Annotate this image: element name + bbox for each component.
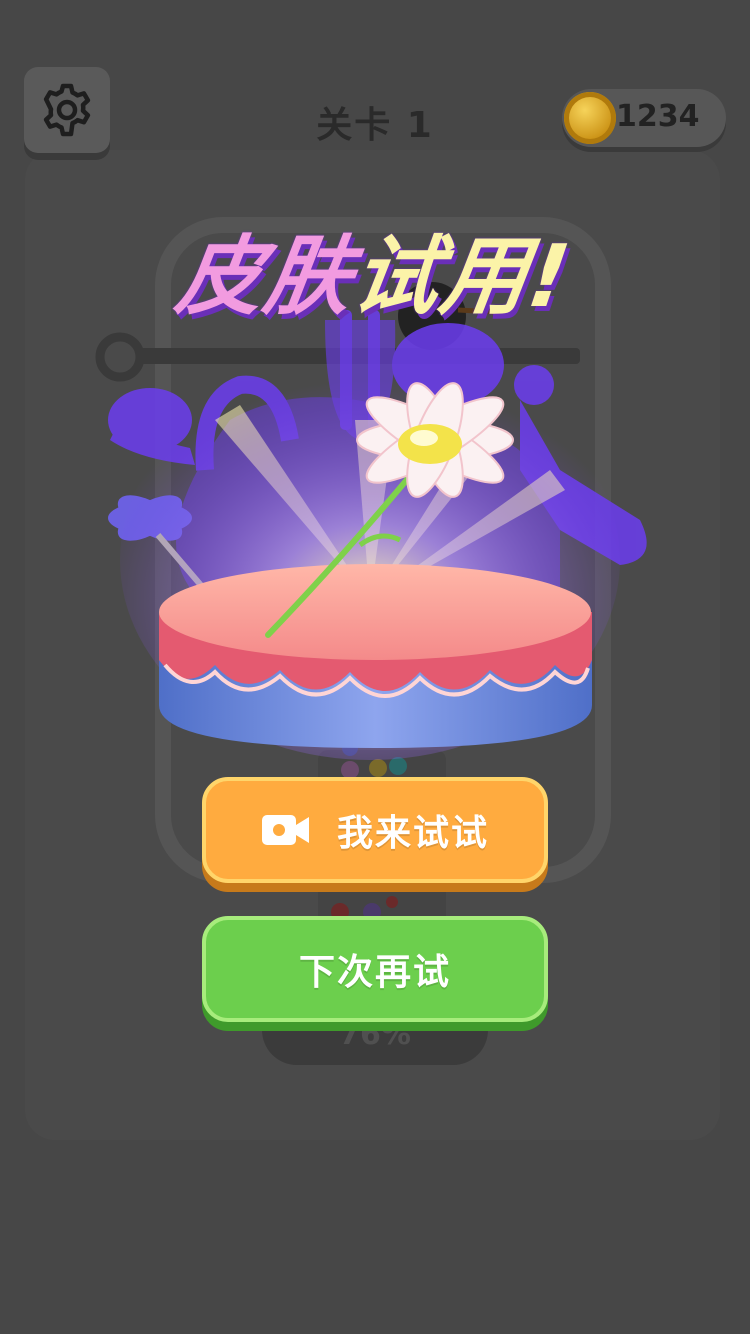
popup-title-skin: 皮肤 xyxy=(170,227,361,327)
video-camera-icon xyxy=(261,815,309,845)
next-time-label: 下次再试 xyxy=(298,952,451,993)
cake-pedestal xyxy=(159,564,592,748)
try-skin-button[interactable]: 我来试试 xyxy=(202,777,548,883)
try-skin-label: 我来试试 xyxy=(336,813,489,854)
next-time-button[interactable]: 下次再试 xyxy=(202,916,548,1022)
prize-artwork xyxy=(108,310,647,760)
popup-title-trial: 试用! xyxy=(346,227,578,327)
popup-title: 皮肤试用! xyxy=(0,206,750,331)
